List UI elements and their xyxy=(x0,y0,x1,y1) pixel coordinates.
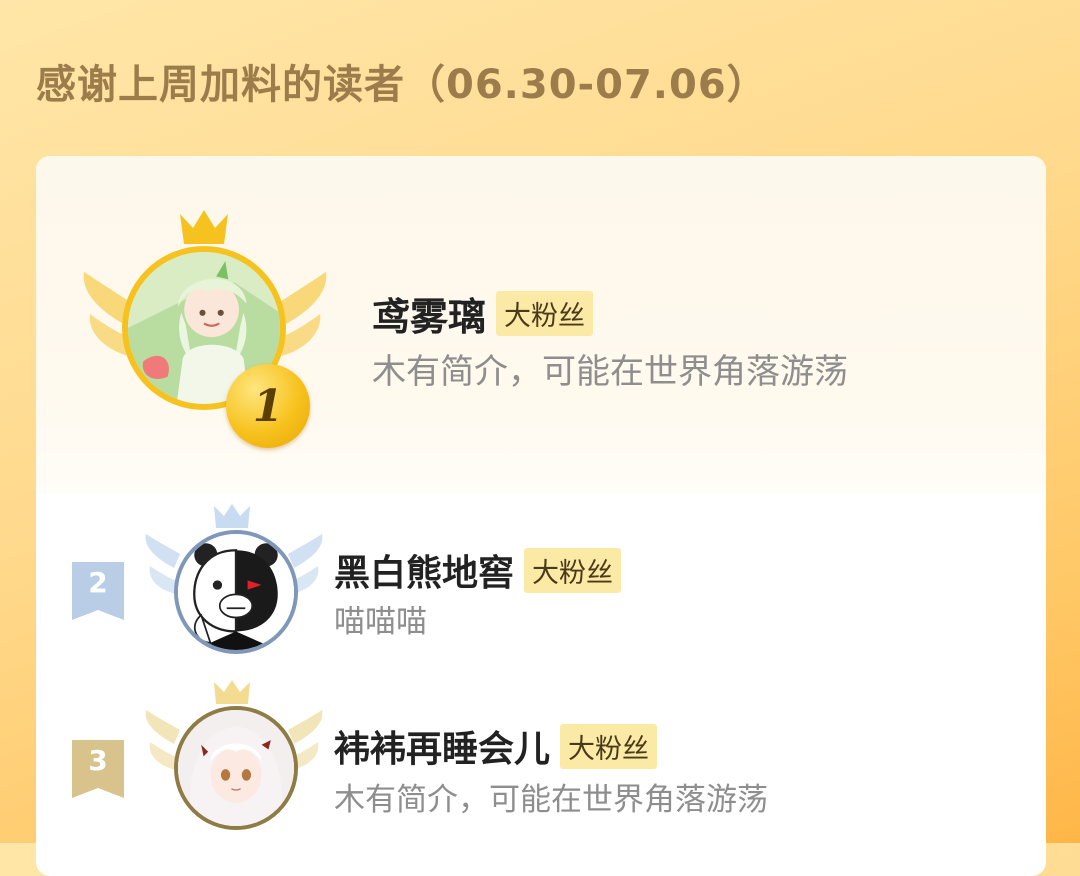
name-line: 黑白熊地窖 大粉丝 xyxy=(334,544,622,596)
avatar[interactable] xyxy=(174,706,298,830)
name-line: 鸢雾璃 大粉丝 xyxy=(372,286,594,341)
avatar[interactable] xyxy=(174,530,298,654)
silver-wings-frame xyxy=(144,504,324,658)
user-name[interactable]: 鸢雾璃 xyxy=(372,286,486,341)
user-name[interactable]: 黑白熊地窖 xyxy=(334,544,514,596)
rank-2-badge: 2 xyxy=(72,562,124,620)
leaderboard-item-3[interactable]: 3 袆袆再睡会儿 大粉丝 木有简介，可能在世界角落游荡 xyxy=(36,680,1046,834)
user-bio: 喵喵喵 xyxy=(334,604,427,640)
fan-badge: 大粉丝 xyxy=(496,291,594,336)
bronze-wings-frame xyxy=(144,680,324,834)
anime-girl-white-hair-icon xyxy=(178,710,294,826)
name-line: 袆袆再睡会儿 大粉丝 xyxy=(334,720,658,772)
fan-badge: 大粉丝 xyxy=(560,723,658,769)
user-bio: 木有简介，可能在世界角落游荡 xyxy=(334,782,768,818)
leaderboard-item-2[interactable]: 2 黑白熊地窖 大粉丝 喵喵喵 xyxy=(36,504,1046,658)
user-bio: 木有简介，可能在世界角落游荡 xyxy=(372,352,848,392)
rank-number: 1 xyxy=(252,380,284,432)
user-name[interactable]: 袆袆再睡会儿 xyxy=(334,720,550,772)
fan-badge: 大粉丝 xyxy=(524,547,622,593)
page-title: 感谢上周加料的读者（06.30-07.06） xyxy=(36,62,768,108)
rank-number: 2 xyxy=(88,566,108,599)
rank-3-badge: 3 xyxy=(72,740,124,798)
rank-1-medal: 1 xyxy=(226,364,310,448)
leaderboard-card: 1 鸢雾璃 大粉丝 木有简介，可能在世界角落游荡 2 黑白熊地窖 大粉丝 喵喵喵… xyxy=(36,156,1046,876)
black-white-bear-icon xyxy=(178,534,294,650)
leaderboard-item-1[interactable]: 1 鸢雾璃 大粉丝 木有简介，可能在世界角落游荡 xyxy=(36,206,1046,448)
rank-number: 3 xyxy=(88,744,108,777)
gold-wings-frame: 1 xyxy=(80,206,330,448)
